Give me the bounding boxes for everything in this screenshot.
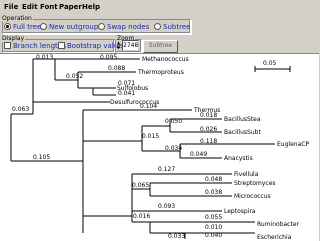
taxon-fivellula[interactable]: Fivellula [234,171,259,178]
spin-down-icon[interactable]: ▼ [116,45,121,50]
subtree-up-button[interactable]: Subtree Up [143,40,178,59]
subtree-radio[interactable]: Subtree [154,23,190,32]
taxon-bacillusstea[interactable]: BacillusStea [224,116,261,123]
branch-length-label: 0.088 [108,65,125,72]
branch-length-label: 0.052 [66,73,83,80]
menu-edit[interactable]: Edit [22,3,38,11]
branch-length-label: 0.016 [133,213,150,220]
branch-length-label: 0.127 [158,166,175,173]
taxon-leptospira[interactable]: Leptospira [224,208,256,215]
branch-length-label: 0.040 [205,232,222,239]
branch-length-label: 0.018 [200,112,217,119]
branch-length-label: 0.065 [132,182,149,189]
taxon-anacystis[interactable]: Anacystis [224,155,253,162]
phylogenetic-tree[interactable]: 0.05 0.063 0.105 0.013 0.095 Methanococcus 0.0… [0,54,319,241]
zoom-spinner[interactable]: ▲ ▼ [116,40,121,50]
taxon-thermoproteus[interactable]: Thermoproteus [137,69,184,76]
menu-help[interactable]: Help [82,3,100,11]
branch-length-label: 0.048 [205,176,222,183]
branch-length-label: 0.105 [33,154,50,161]
taxon-methanococcus[interactable]: Methanococcus [142,56,189,63]
taxon-bacillussubt[interactable]: BacillusSubt [224,129,261,136]
zoom-input[interactable]: 2748 [122,40,139,51]
scale-bar-label: 0.05 [263,60,277,67]
menu-file[interactable]: File [4,3,18,11]
branch-length-label: 0.049 [190,151,207,158]
branch-length-label: 0.104 [140,103,157,110]
radio-selected-icon [4,23,11,30]
tree-canvas[interactable]: 0.05 0.063 0.105 0.013 0.095 Methanococcus 0.0… [0,53,319,241]
branch-length-label: 0.013 [36,54,53,61]
menu-paper[interactable]: Paper [59,3,82,11]
checkbox-icon [4,42,11,49]
branch-length-label: 0.093 [158,203,175,210]
branch-length-label: 0.118 [200,138,217,145]
swap-nodes-label: Swap nodes [107,23,150,31]
taxon-streptomyces[interactable]: Streptomyces [234,180,276,187]
new-outgroup-radio[interactable]: New outgroup [40,23,98,32]
radio-icon [40,23,47,30]
branch-length-label: 0.095 [100,54,117,61]
branch-length-label: 0.033 [168,233,185,240]
operation-legend: Operation [1,15,33,22]
branch-lengths-checkbox[interactable]: Branch lengths [4,42,66,51]
display-legend: Display [1,35,26,42]
taxon-euglenacp[interactable]: EuglenaCP [277,141,309,148]
taxon-ruminobacter[interactable]: Ruminobacter [257,221,300,228]
checkbox-icon [58,42,65,49]
branch-length-label: 0.041 [118,90,135,97]
branch-length-label: 0.026 [200,126,217,133]
menu-font[interactable]: Font [40,3,58,11]
radio-icon [98,23,105,30]
branch-length-label: 0.055 [205,214,222,221]
full-tree-radio[interactable]: Full tree [4,23,41,32]
branch-length-label: 0.010 [205,224,222,231]
radio-icon [154,23,161,30]
swap-nodes-radio[interactable]: Swap nodes [98,23,149,32]
branch-length-label: 0.015 [142,133,159,140]
branch-length-label: 0.063 [12,106,29,113]
full-tree-label: Full tree [13,23,42,31]
subtree-label: Subtree [163,23,191,31]
taxon-micrococcus[interactable]: Micrococcus [234,193,271,200]
branch-length-label: 0.038 [205,189,222,196]
new-outgroup-label: New outgroup [49,23,99,31]
menu-bar: File Edit Font Paper Help [0,0,319,14]
